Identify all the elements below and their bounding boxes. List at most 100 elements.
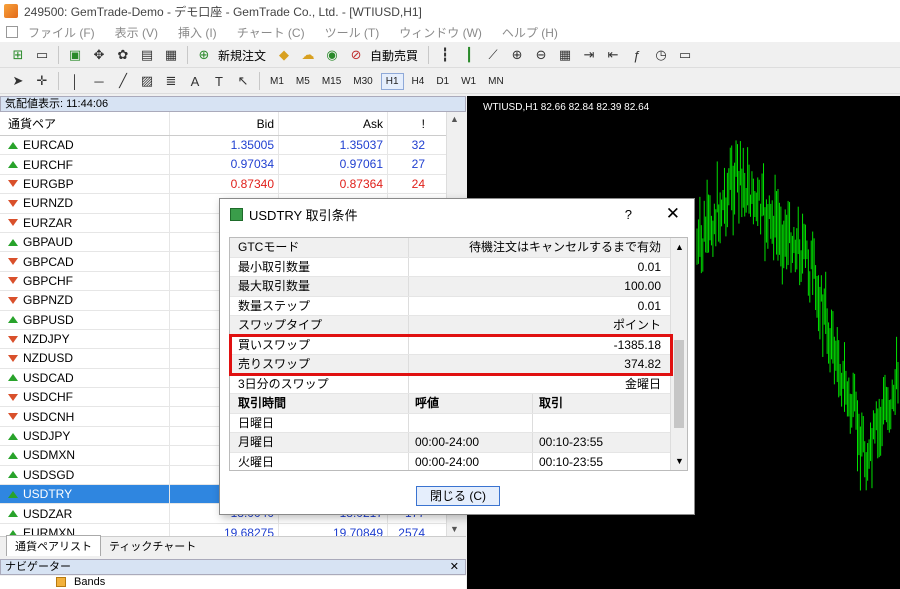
table-row[interactable]: EURGBP 0.87340 0.87364 24 bbox=[0, 174, 460, 195]
label-icon[interactable]: T bbox=[210, 72, 228, 90]
table-row[interactable]: EURCAD 1.35005 1.35037 32 bbox=[0, 136, 460, 156]
symbol-cell: USDCHF bbox=[0, 388, 170, 407]
symbol-cell: USDJPY bbox=[0, 426, 170, 446]
menu-window[interactable]: ウィンドウ (W) bbox=[399, 24, 482, 41]
strategy-tester-icon[interactable]: ▦ bbox=[162, 46, 180, 64]
arrow-up-icon bbox=[8, 238, 18, 246]
arrow-down-icon bbox=[8, 354, 18, 362]
symbol-name: EURCHF bbox=[23, 157, 73, 172]
data-window-icon[interactable]: ✥ bbox=[90, 46, 108, 64]
tile-windows-icon[interactable]: ▦ bbox=[556, 46, 574, 64]
session-row: 日曜日 bbox=[230, 413, 687, 433]
scroll-down-icon[interactable]: ▼ bbox=[675, 456, 684, 466]
app-logo-icon bbox=[4, 4, 18, 18]
session-day: 日曜日 bbox=[230, 413, 409, 432]
symbol-cell: USDZAR bbox=[0, 504, 170, 523]
spec-row: 3日分のスワップ 金曜日 bbox=[230, 374, 687, 394]
menu-help[interactable]: ヘルプ (H) bbox=[502, 24, 558, 41]
new-order-button[interactable]: 新規注文 bbox=[218, 47, 266, 64]
metaeditor-icon[interactable]: ◆ bbox=[275, 46, 293, 64]
navigator-item[interactable]: Bands bbox=[0, 576, 466, 589]
timeframe-m30[interactable]: M30 bbox=[349, 74, 376, 89]
session-header: 取引時間 呼値 取引 bbox=[230, 394, 687, 414]
menu-file[interactable]: ファイル (F) bbox=[28, 24, 95, 41]
symbol-name: NZDUSD bbox=[23, 351, 73, 366]
menu-view[interactable]: 表示 (V) bbox=[115, 24, 158, 41]
indicators-icon[interactable]: ƒ bbox=[628, 46, 646, 64]
horizontal-line-icon[interactable]: ─ bbox=[90, 72, 108, 90]
spread-cell: 27 bbox=[411, 157, 425, 172]
scroll-thumb[interactable] bbox=[674, 340, 684, 428]
arrow-up-icon bbox=[8, 141, 18, 149]
bid-cell: 19.68275 bbox=[170, 523, 279, 536]
column-bid[interactable]: Bid bbox=[170, 112, 279, 135]
new-chart-icon[interactable]: ⊞ bbox=[9, 46, 27, 64]
auto-trade-icon[interactable]: ⊘ bbox=[347, 46, 365, 64]
profiles-icon[interactable]: ▭ bbox=[33, 46, 51, 64]
symbol-cell: USDMXN bbox=[0, 446, 170, 465]
arrows-icon[interactable]: ↖ bbox=[234, 72, 252, 90]
crosshair-icon[interactable]: ✛ bbox=[33, 72, 51, 90]
autoscroll-icon[interactable]: ⇥ bbox=[580, 46, 598, 64]
timeframe-m15[interactable]: M15 bbox=[318, 74, 345, 89]
spec-row: 売りスワップ 374.82 bbox=[230, 355, 687, 375]
help-button[interactable]: ? bbox=[625, 207, 632, 222]
signals-icon[interactable]: ☁ bbox=[299, 46, 317, 64]
timeframe-w1[interactable]: W1 bbox=[457, 74, 480, 89]
zoom-in-icon[interactable]: ⊕ bbox=[508, 46, 526, 64]
trend-line-icon[interactable]: ╱ bbox=[114, 72, 132, 90]
timeframe-d1[interactable]: D1 bbox=[432, 74, 453, 89]
spec-value: 0.01 bbox=[637, 298, 661, 313]
close-icon[interactable]: ✕ bbox=[450, 560, 459, 574]
tab-tick-chart[interactable]: ティックチャート bbox=[101, 536, 204, 556]
menu-insert[interactable]: 挿入 (I) bbox=[178, 24, 217, 41]
arrow-up-icon bbox=[8, 510, 18, 518]
timeframe-h1[interactable]: H1 bbox=[380, 72, 404, 90]
menu-chart[interactable]: チャート (C) bbox=[237, 24, 305, 41]
text-icon[interactable]: A bbox=[186, 72, 204, 90]
close-dialog-button[interactable]: 閉じる (C) bbox=[416, 486, 500, 506]
templates-icon[interactable]: ▭ bbox=[676, 46, 694, 64]
terminal-icon[interactable]: ▤ bbox=[138, 46, 156, 64]
scroll-up-icon[interactable]: ▲ bbox=[450, 114, 459, 124]
timeframe-m1[interactable]: M1 bbox=[266, 74, 288, 89]
fibonacci-icon[interactable]: ≣ bbox=[162, 72, 180, 90]
navigator-icon[interactable]: ✿ bbox=[114, 46, 132, 64]
column-ask[interactable]: Ask bbox=[279, 112, 388, 135]
timeframe-mn[interactable]: MN bbox=[484, 74, 508, 89]
dialog-title: USDTRY 取引条件 bbox=[249, 207, 358, 223]
scroll-down-icon[interactable]: ▼ bbox=[450, 524, 459, 534]
arrow-up-icon bbox=[8, 451, 18, 459]
market-watch-icon[interactable]: ▣ bbox=[66, 46, 84, 64]
menu-tools[interactable]: ツール (T) bbox=[325, 24, 380, 41]
vertical-line-icon[interactable]: │ bbox=[66, 72, 84, 90]
scroll-up-icon[interactable]: ▲ bbox=[675, 242, 684, 252]
cursor-icon[interactable]: ➤ bbox=[9, 72, 27, 90]
toolbar-divider bbox=[58, 72, 59, 90]
market-icon[interactable]: ◉ bbox=[323, 46, 341, 64]
symbol-cell: EURGBP bbox=[0, 174, 170, 194]
zoom-out-icon[interactable]: ⊖ bbox=[532, 46, 550, 64]
period-icon[interactable]: ◷ bbox=[652, 46, 670, 64]
tab-symbols[interactable]: 通貨ペアリスト bbox=[6, 535, 101, 556]
channel-icon[interactable]: ▨ bbox=[138, 72, 156, 90]
symbol-name: USDCNH bbox=[23, 409, 75, 424]
column-spread[interactable]: ! bbox=[388, 112, 443, 135]
session-trade bbox=[533, 414, 671, 433]
symbol-name: GBPCAD bbox=[23, 254, 74, 269]
candle-chart-icon[interactable]: ┃ bbox=[460, 46, 478, 64]
column-symbol[interactable]: 通貨ペア bbox=[0, 112, 170, 135]
arrow-down-icon bbox=[8, 219, 18, 227]
dialog-scrollbar[interactable]: ▲ ▼ bbox=[670, 238, 687, 470]
spread-cell: 24 bbox=[411, 176, 425, 191]
chart-shift-icon[interactable]: ⇤ bbox=[604, 46, 622, 64]
navigator-header: ナビゲーター ✕ bbox=[0, 559, 466, 575]
bar-chart-icon[interactable]: ┇ bbox=[436, 46, 454, 64]
close-button[interactable]: ✕ bbox=[666, 204, 680, 224]
new-order-icon[interactable]: ⊕ bbox=[195, 46, 213, 64]
table-row[interactable]: EURCHF 0.97034 0.97061 27 bbox=[0, 155, 460, 175]
auto-trade-button[interactable]: 自動売買 bbox=[370, 47, 418, 64]
timeframe-m5[interactable]: M5 bbox=[292, 74, 314, 89]
timeframe-h4[interactable]: H4 bbox=[408, 74, 429, 89]
line-chart-icon[interactable]: ⟋ bbox=[484, 46, 502, 64]
